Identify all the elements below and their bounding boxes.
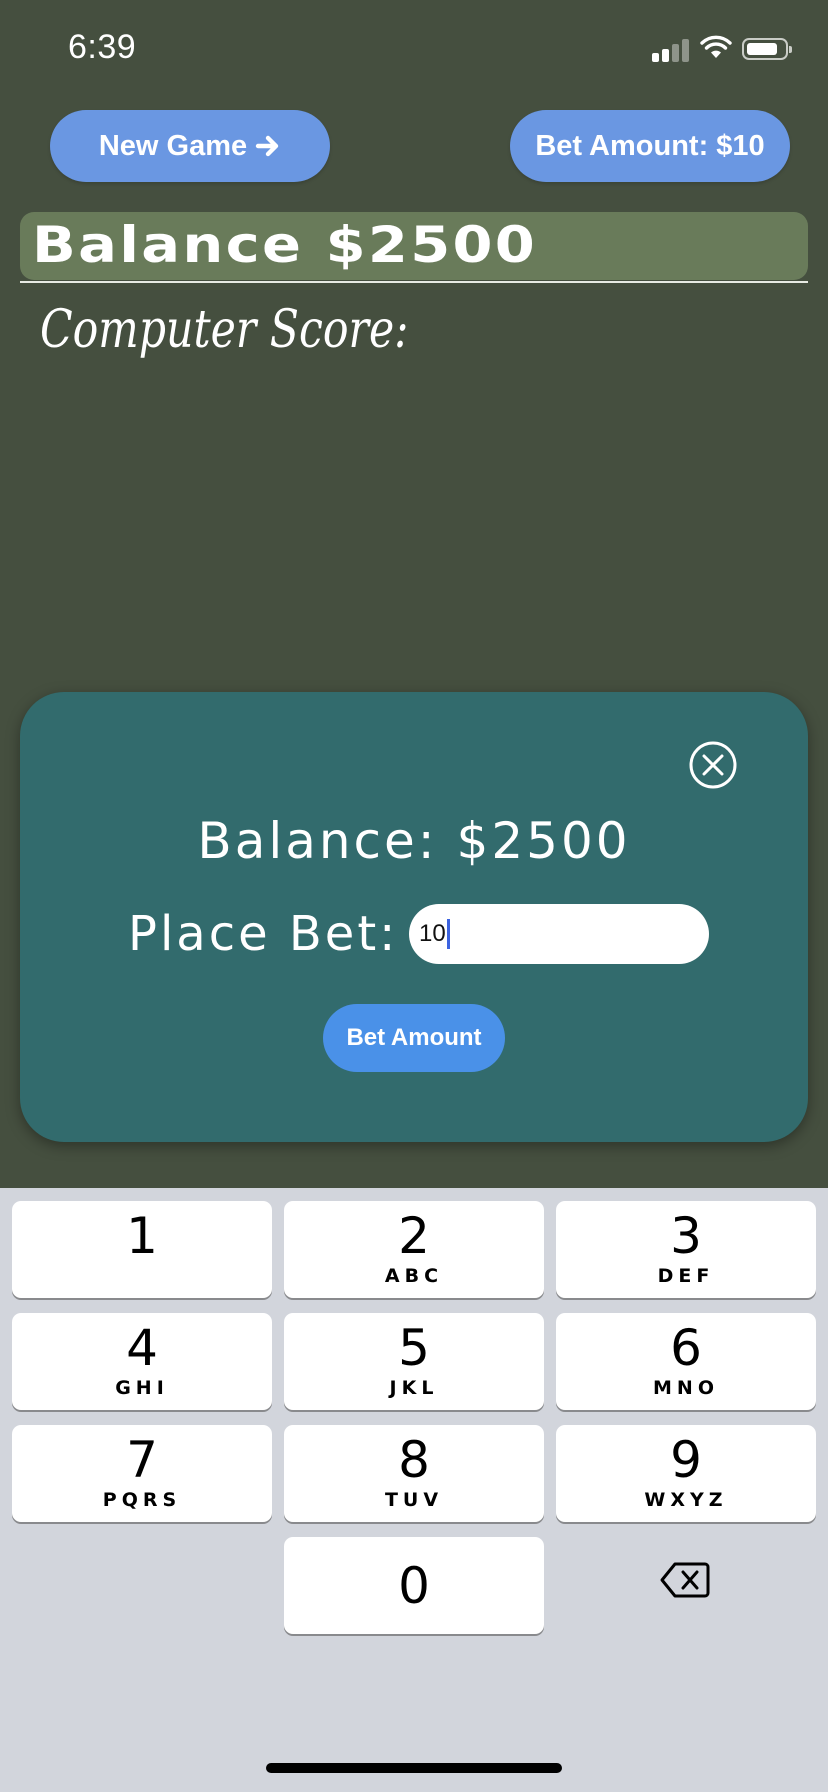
key-number: 6 (670, 1319, 702, 1377)
backspace-icon (660, 1562, 710, 1597)
key-9[interactable]: 9 WXYZ (556, 1425, 816, 1522)
key-letters: GHI (115, 1377, 169, 1399)
balance-bar: Balance $2500 (20, 212, 808, 280)
wifi-icon (700, 35, 732, 58)
new-game-button[interactable]: New Game (50, 110, 330, 182)
key-number: 2 (398, 1207, 430, 1265)
bet-amount-button[interactable]: Bet Amount: $10 (510, 110, 790, 182)
key-letters: MNO (653, 1377, 719, 1399)
arrow-right-icon (255, 133, 281, 159)
key-letters: JKL (389, 1377, 439, 1399)
submit-bet-label: Bet Amount (346, 1024, 482, 1051)
key-5[interactable]: 5 JKL (284, 1313, 544, 1410)
modal-balance: Balance: $2500 (197, 812, 631, 870)
bet-modal: Balance: $2500 Place Bet: 10 Bet Amount (20, 692, 808, 1142)
numeric-keyboard: 1 2 ABC 3 DEF 4 GHI 5 JKL 6 MNO 7 PQRS 8… (0, 1188, 828, 1792)
backspace-key[interactable] (555, 1531, 815, 1628)
key-letters: ABC (384, 1265, 444, 1287)
key-number: 3 (670, 1207, 702, 1265)
signal-icon (652, 38, 690, 62)
balance-display: Balance $2500 (32, 216, 538, 274)
key-7[interactable]: 7 PQRS (12, 1425, 272, 1522)
text-caret (446, 919, 450, 949)
computer-score-label: Computer Score: (40, 300, 409, 360)
home-indicator[interactable] (266, 1763, 562, 1773)
status-bar: 6:39 (0, 0, 828, 100)
place-bet-label: Place Bet: (128, 906, 399, 962)
key-6[interactable]: 6 MNO (556, 1313, 816, 1410)
key-3[interactable]: 3 DEF (556, 1201, 816, 1298)
key-number: 9 (670, 1431, 702, 1489)
key-0[interactable]: 0 (284, 1537, 544, 1634)
key-letters: PQRS (102, 1489, 182, 1511)
status-time: 6:39 (68, 28, 137, 66)
key-number: 8 (398, 1431, 430, 1489)
new-game-label: New Game (98, 129, 248, 162)
key-8[interactable]: 8 TUV (284, 1425, 544, 1522)
key-2[interactable]: 2 ABC (284, 1201, 544, 1298)
key-number: 1 (126, 1207, 158, 1265)
close-icon[interactable] (688, 740, 738, 790)
key-letters: DEF (657, 1265, 715, 1287)
key-1[interactable]: 1 (12, 1201, 272, 1298)
key-letters: TUV (384, 1489, 444, 1511)
bet-input[interactable]: 10 (409, 904, 709, 964)
key-4[interactable]: 4 GHI (12, 1313, 272, 1410)
divider (20, 281, 808, 283)
key-number: 0 (398, 1557, 430, 1615)
submit-bet-button[interactable]: Bet Amount (323, 1004, 505, 1072)
key-letters: WXYZ (644, 1489, 728, 1511)
key-number: 5 (398, 1319, 430, 1377)
bet-amount-label: Bet Amount: $10 (535, 129, 765, 162)
battery-icon (742, 38, 792, 60)
key-number: 7 (126, 1431, 158, 1489)
bet-input-value: 10 (419, 920, 446, 947)
key-number: 4 (126, 1319, 158, 1377)
